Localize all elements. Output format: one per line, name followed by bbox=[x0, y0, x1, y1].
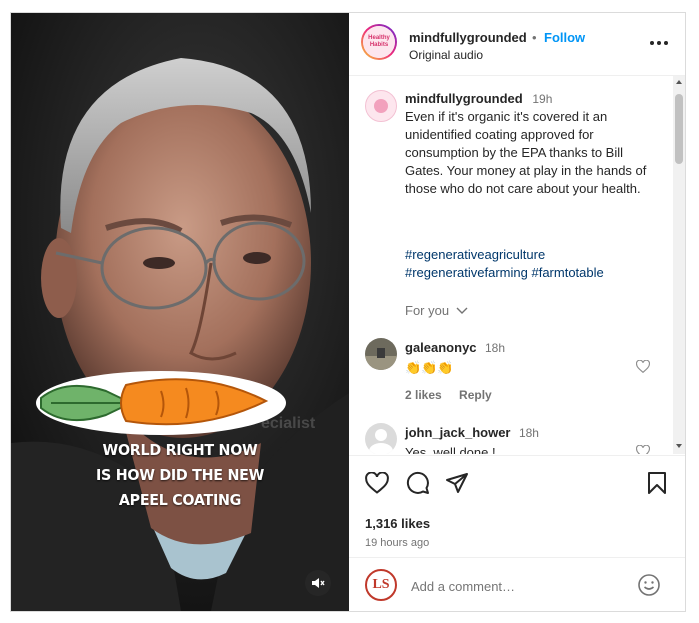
comment-username[interactable]: galeanonyc bbox=[405, 340, 477, 355]
for-you-label: For you bbox=[405, 303, 450, 318]
comment-text: 👏👏👏 bbox=[405, 360, 454, 375]
video-player[interactable]: ecialist WORLD RIGHT NOW IS HOW DID THE … bbox=[11, 13, 349, 611]
avatar-logo-text: Healthy Habits bbox=[368, 35, 390, 48]
mute-button[interactable] bbox=[305, 570, 331, 596]
caption-hashtags: #regenerativeagriculture #regenerativefa… bbox=[405, 246, 655, 282]
commenter-avatar[interactable] bbox=[365, 423, 397, 454]
watermark: ecialist bbox=[261, 415, 316, 432]
more-options-button[interactable] bbox=[649, 35, 669, 51]
hashtag-link[interactable]: #regenerativeagriculture bbox=[405, 247, 545, 262]
more-horizontal-icon bbox=[650, 41, 668, 45]
caption-time: 19h bbox=[532, 92, 553, 106]
likes-count[interactable]: 1,316 likes bbox=[365, 516, 430, 531]
post-card: ecialist WORLD RIGHT NOW IS HOW DID THE … bbox=[10, 12, 686, 612]
scroll-down-icon[interactable] bbox=[673, 442, 685, 450]
like-heart-icon[interactable] bbox=[365, 472, 389, 494]
comment-item: galeanonyc 18h 👏👏👏 2 likes Reply bbox=[405, 339, 625, 402]
share-send-icon[interactable] bbox=[445, 471, 469, 495]
hashtag-link[interactable]: #regenerativefarming bbox=[405, 265, 528, 280]
scrollbar-thumb[interactable] bbox=[675, 94, 683, 164]
overlay-line-2: IS HOW DID THE NEW bbox=[95, 466, 265, 484]
comment-username[interactable]: john_jack_hower bbox=[405, 425, 510, 440]
overlay-line-3: APEEL COATING bbox=[118, 491, 242, 509]
scroll-up-icon[interactable] bbox=[673, 78, 685, 86]
post-header: Healthy Habits mindfullygrounded • Follo… bbox=[349, 13, 685, 76]
add-comment-bar: LS bbox=[349, 557, 685, 612]
current-user-avatar-text: LS bbox=[372, 577, 390, 592]
header-dot: • bbox=[532, 30, 537, 45]
post-time: 19 hours ago bbox=[365, 537, 430, 549]
speaker-muted-icon bbox=[312, 578, 325, 588]
video-frame bbox=[11, 13, 349, 611]
comment-input[interactable] bbox=[409, 574, 633, 598]
overlay-line-1: WORLD RIGHT NOW bbox=[102, 441, 258, 459]
current-user-avatar: LS bbox=[365, 569, 397, 601]
author-avatar[interactable]: Healthy Habits bbox=[361, 24, 397, 60]
post-side-panel: Healthy Habits mindfullygrounded • Follo… bbox=[349, 13, 685, 611]
caption-avatar-logo bbox=[374, 99, 388, 113]
caption-text: Even if it's organic it's covered it an … bbox=[405, 109, 647, 196]
audio-link[interactable]: Original audio bbox=[409, 48, 483, 62]
commenter-avatar[interactable] bbox=[365, 338, 397, 370]
follow-button[interactable]: Follow bbox=[544, 30, 585, 45]
comment-bubble-icon[interactable] bbox=[406, 471, 430, 495]
comments-scrollbar[interactable] bbox=[673, 76, 685, 454]
for-you-toggle[interactable]: For you bbox=[405, 303, 468, 318]
comments-area[interactable]: mindfullygrounded 19h Even if it's organ… bbox=[349, 76, 685, 454]
comment-text: Yes, well done ! bbox=[405, 445, 496, 454]
emoji-smiley-icon[interactable] bbox=[637, 573, 661, 597]
post-actions: 1,316 likes 19 hours ago bbox=[349, 455, 685, 556]
comment-time: 18h bbox=[518, 426, 539, 440]
bookmark-icon[interactable] bbox=[647, 471, 667, 495]
comment-likes[interactable]: 2 likes bbox=[405, 388, 442, 402]
carrot-sticker bbox=[36, 371, 286, 435]
heart-icon[interactable] bbox=[636, 360, 650, 373]
author-username[interactable]: mindfullygrounded bbox=[409, 30, 527, 45]
caption-avatar[interactable] bbox=[365, 90, 397, 122]
reply-button[interactable]: Reply bbox=[459, 388, 492, 402]
caption-username[interactable]: mindfullygrounded bbox=[405, 91, 523, 106]
chevron-down-icon bbox=[456, 307, 468, 314]
caption: mindfullygrounded 19h Even if it's organ… bbox=[405, 90, 655, 198]
comment-item: john_jack_hower 18h Yes, well done ! bbox=[405, 424, 625, 454]
hashtag-link[interactable]: #farmtotable bbox=[531, 265, 603, 280]
heart-icon[interactable] bbox=[636, 445, 650, 454]
comment-time: 18h bbox=[484, 341, 506, 355]
